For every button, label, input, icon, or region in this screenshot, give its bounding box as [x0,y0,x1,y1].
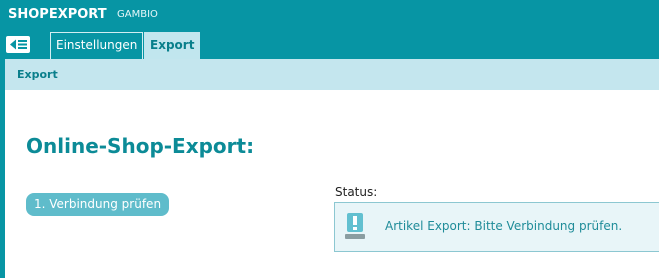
platform-label: GAMBIO [117,9,158,20]
exclamation-icon-base [345,234,365,239]
sub-navigation: Export [5,59,659,90]
status-label: Status: [335,185,378,199]
top-bar: SHOPEXPORT GAMBIO Einstellungen Export [0,0,659,59]
back-list-icon [10,39,27,50]
status-message-box: Artikel Export: Bitte Verbindung prüfen. [334,202,659,252]
page-title: Online-Shop-Export: [26,134,255,158]
verify-connection-button[interactable]: 1. Verbindung prüfen [26,193,170,216]
subnav-export[interactable]: Export [17,68,58,81]
status-message: Artikel Export: Bitte Verbindung prüfen. [385,219,623,233]
exclamation-icon [347,213,363,232]
left-accent-bar [0,59,5,278]
tab-export[interactable]: Export [144,32,201,59]
back-list-button[interactable] [6,36,30,53]
tab-einstellungen[interactable]: Einstellungen [50,32,144,59]
app-brand: SHOPEXPORT [8,7,107,22]
